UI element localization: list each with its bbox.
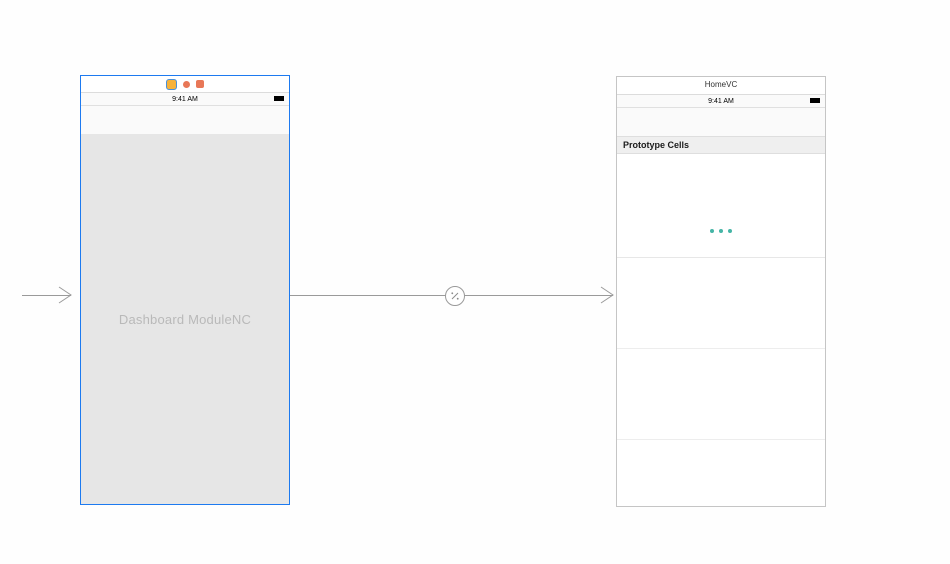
page-dot-icon [719, 229, 723, 233]
scene-dashboard[interactable]: 9:41 AM Dashboard ModuleNC [80, 75, 290, 505]
table-row [617, 258, 825, 349]
navigation-bar[interactable] [81, 106, 289, 136]
device-canvas[interactable]: 9:41 AM Prototype Cells [617, 94, 825, 506]
ios-status-bar: 9:41 AM [81, 93, 289, 106]
status-clock: 9:41 AM [708, 98, 734, 105]
page-dot-icon [710, 229, 714, 233]
page-dot-icon [728, 229, 732, 233]
table-view[interactable]: Prototype Cells [617, 136, 825, 506]
scene-title-bar[interactable]: HomeVC [617, 77, 825, 94]
first-responder-icon[interactable] [183, 81, 190, 88]
device-canvas[interactable]: 9:41 AM Dashboard ModuleNC [81, 92, 289, 504]
table-row [617, 440, 825, 530]
nav-controller-placeholder[interactable]: Dashboard ModuleNC [81, 134, 289, 504]
page-control[interactable] [710, 229, 732, 233]
prototype-cell[interactable] [617, 154, 825, 258]
exit-icon[interactable] [196, 80, 204, 88]
placeholder-title: Dashboard ModuleNC [119, 312, 251, 327]
viewcontroller-icon[interactable] [166, 79, 177, 90]
battery-icon [810, 98, 820, 103]
status-clock: 9:41 AM [172, 96, 198, 103]
ios-status-bar: 9:41 AM [617, 95, 825, 108]
navigation-bar[interactable] [617, 108, 825, 138]
table-row [617, 349, 825, 440]
prototype-cells-header: Prototype Cells [617, 136, 825, 154]
scene-title: HomeVC [705, 77, 737, 93]
battery-icon [274, 96, 284, 101]
scene-title-bar[interactable] [81, 76, 289, 92]
scene-homevc[interactable]: HomeVC 9:41 AM Prototype Cells [616, 76, 826, 507]
segue-relationship-icon[interactable] [445, 286, 465, 306]
